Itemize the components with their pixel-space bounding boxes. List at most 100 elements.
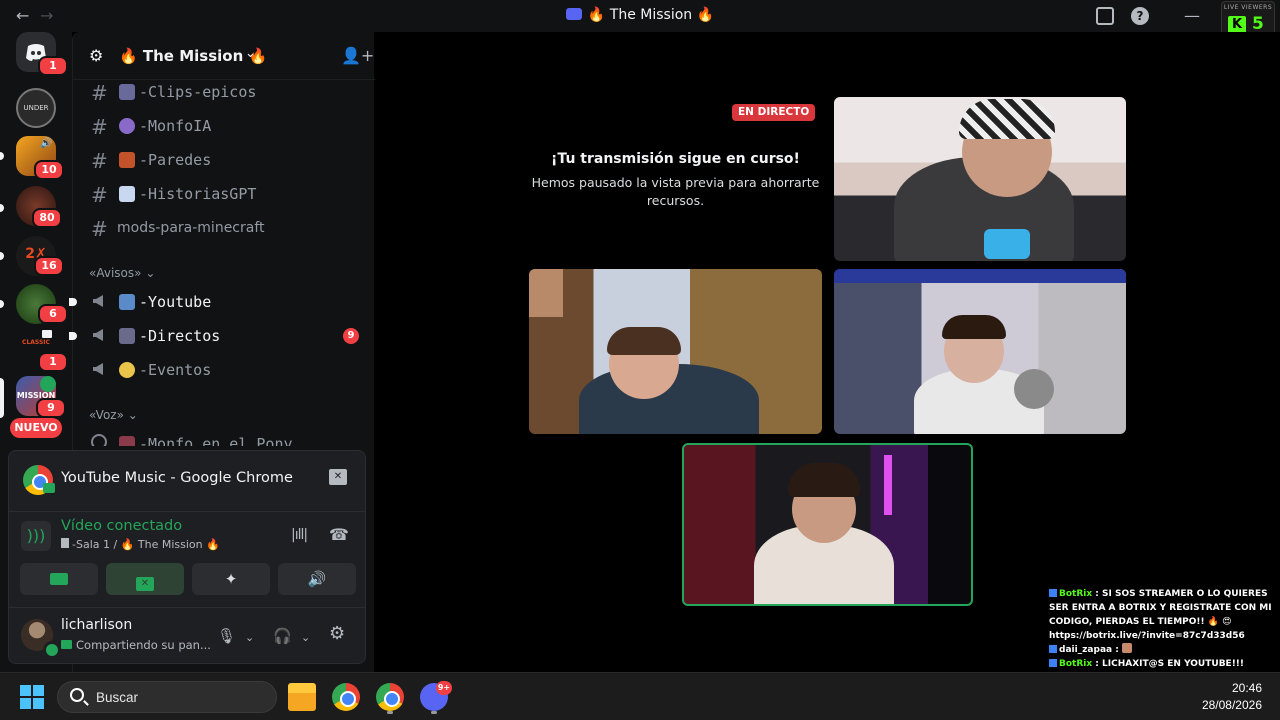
voice-status[interactable]: Vídeo conectado (61, 518, 182, 534)
channel-historiasgpt[interactable]: # -HistoriasGPT (81, 178, 367, 210)
megaphone-icon (93, 329, 103, 341)
platform-icon (1049, 659, 1057, 667)
file-explorer-icon[interactable] (288, 683, 316, 711)
chevron-down-icon[interactable]: ⌄ (245, 46, 256, 61)
channel-name: -Eventos (139, 361, 212, 379)
bandana (959, 99, 1055, 139)
soundboard-button[interactable]: 🔊 (278, 563, 356, 595)
chat-message: daii_zapaa : (1049, 643, 1280, 657)
channel-mods-para-minecraft[interactable]: # mods-para-minecraft (81, 212, 367, 244)
new-badge: NUEVO (10, 418, 62, 438)
unread-dot (69, 298, 77, 306)
search-placeholder: Buscar (96, 690, 139, 705)
channel-monfoia[interactable]: # -MonfoIA (81, 110, 367, 142)
tv-emoji-icon (119, 294, 135, 310)
user-status: Compartiendo su pan... (61, 638, 211, 652)
stream-paused-subtitle: Hemos pausado la vista previa para ahorr… (531, 175, 820, 208)
held-object (984, 229, 1030, 259)
voice-channel-monfo[interactable]: -Monfo en el Pony (81, 428, 367, 446)
username[interactable]: licharlison (61, 617, 132, 633)
clock-time: 20:46 (1231, 681, 1262, 695)
stop-stream-icon[interactable]: ✕ (329, 469, 347, 485)
screen-share-stop-icon: ✕ (136, 577, 154, 591)
system-clock[interactable]: 20:46 28/08/2026 (1190, 680, 1262, 714)
server-icon-6[interactable]: CLASSIC (16, 334, 56, 352)
disconnect-icon[interactable]: ☎ (329, 525, 349, 544)
channel-name: -MonfoIA (139, 117, 212, 135)
server-settings-icon[interactable]: ⚙ (89, 47, 107, 65)
live-badge: EN DIRECTO (732, 104, 816, 121)
chevron-down-icon[interactable]: ⌄ (245, 631, 254, 644)
category-avisos[interactable]: «Avisos» ⌄ (89, 266, 155, 280)
camera-icon (50, 573, 68, 585)
chrome-profile-icon[interactable] (376, 683, 404, 711)
activities-button[interactable]: ✦ (192, 563, 270, 595)
voice-room[interactable]: -Sala 1 / 🔥 The Mission 🔥 (61, 538, 220, 551)
channel-paredes[interactable]: # -Paredes (81, 144, 367, 176)
camera-button[interactable] (20, 563, 98, 595)
hash-icon: # (91, 183, 108, 207)
inbox-icon[interactable] (1096, 7, 1114, 25)
voice-active-icon (40, 376, 56, 392)
settings-gear-icon[interactable]: ⚙ (329, 623, 345, 644)
active-speaker-tile[interactable] (682, 443, 973, 606)
dm-unread-badge: 1 (38, 56, 68, 76)
server-badge-3: 80 (32, 208, 62, 228)
microphone-icon[interactable]: 🎙 (217, 627, 236, 645)
video-tile[interactable] (834, 97, 1126, 261)
help-icon[interactable]: ? (1131, 7, 1149, 25)
phone-emoji-icon (119, 328, 135, 344)
screen-share-icon (43, 483, 55, 493)
channel-youtube[interactable]: -Youtube (69, 286, 367, 318)
category-label: «Voz» (89, 408, 124, 422)
selected-server-pill (0, 378, 4, 418)
channel-name: -Monfo en el Pony (139, 435, 293, 446)
hash-icon: # (91, 217, 108, 241)
minimize-icon[interactable]: — (1183, 7, 1201, 25)
taskbar: Buscar (0, 672, 1280, 720)
server-6-logo: CLASSIC (22, 339, 50, 346)
hash-icon: # (91, 115, 108, 139)
hair (788, 463, 860, 497)
divider (9, 607, 365, 608)
clock-date: 28/08/2026 (1201, 698, 1262, 712)
windows-start-icon[interactable] (20, 685, 44, 709)
connection-signal-icon[interactable]: ))) (21, 521, 51, 551)
chevron-down-icon[interactable]: ⌄ (301, 631, 310, 644)
inset-cam (529, 269, 563, 317)
channel-clips-epicos[interactable]: # -Clips-epicos (81, 76, 367, 108)
video-tile[interactable] (834, 269, 1126, 434)
book-emoji-icon (119, 186, 135, 202)
server-badge-2: 10 (34, 160, 64, 180)
search-icon (70, 688, 84, 702)
channel-directos[interactable]: -Directos 9 (69, 320, 367, 352)
running-indicator (387, 711, 393, 714)
mention-badge: 9 (343, 328, 359, 344)
category-voz[interactable]: «Voz» ⌄ (89, 408, 138, 422)
headphones-icon[interactable]: 🎧 (273, 627, 292, 645)
video-tile[interactable] (529, 269, 822, 434)
noise-suppression-icon[interactable]: |ıll| (291, 527, 308, 543)
channel-name: -Paredes (139, 151, 212, 169)
unread-pill (0, 152, 4, 160)
activities-icon: ✦ (224, 570, 238, 588)
window-title: 🔥 The Mission 🔥 (0, 7, 1280, 23)
chrome-icon[interactable] (332, 683, 360, 711)
stream-paused-title: ¡Tu transmisión sigue en curso! (551, 151, 800, 167)
channel-name: mods-para-minecraft (117, 220, 265, 236)
server-under-icon[interactable]: UNDER (16, 88, 56, 128)
brick-emoji-icon (119, 152, 135, 168)
stream-source-title: YouTube Music - Google Chrome (61, 470, 293, 486)
soundboard-icon: 🔊 (307, 570, 327, 588)
unread-pill (0, 252, 4, 260)
invite-people-icon[interactable]: 👤+ (341, 46, 374, 65)
screen-share-button[interactable]: ✕ (106, 563, 184, 595)
server-header[interactable]: ⚙ 🔥 The Mission 🔥 ⌄ 👤+ (73, 32, 375, 80)
hair (607, 327, 681, 355)
robot-emoji-icon (119, 118, 135, 134)
channel-eventos[interactable]: -Eventos (81, 354, 367, 386)
platform-icon (1049, 645, 1057, 653)
taskbar-search[interactable]: Buscar (57, 681, 277, 713)
live-viewers-count: 5 (1252, 14, 1264, 34)
unread-pill (0, 204, 4, 212)
